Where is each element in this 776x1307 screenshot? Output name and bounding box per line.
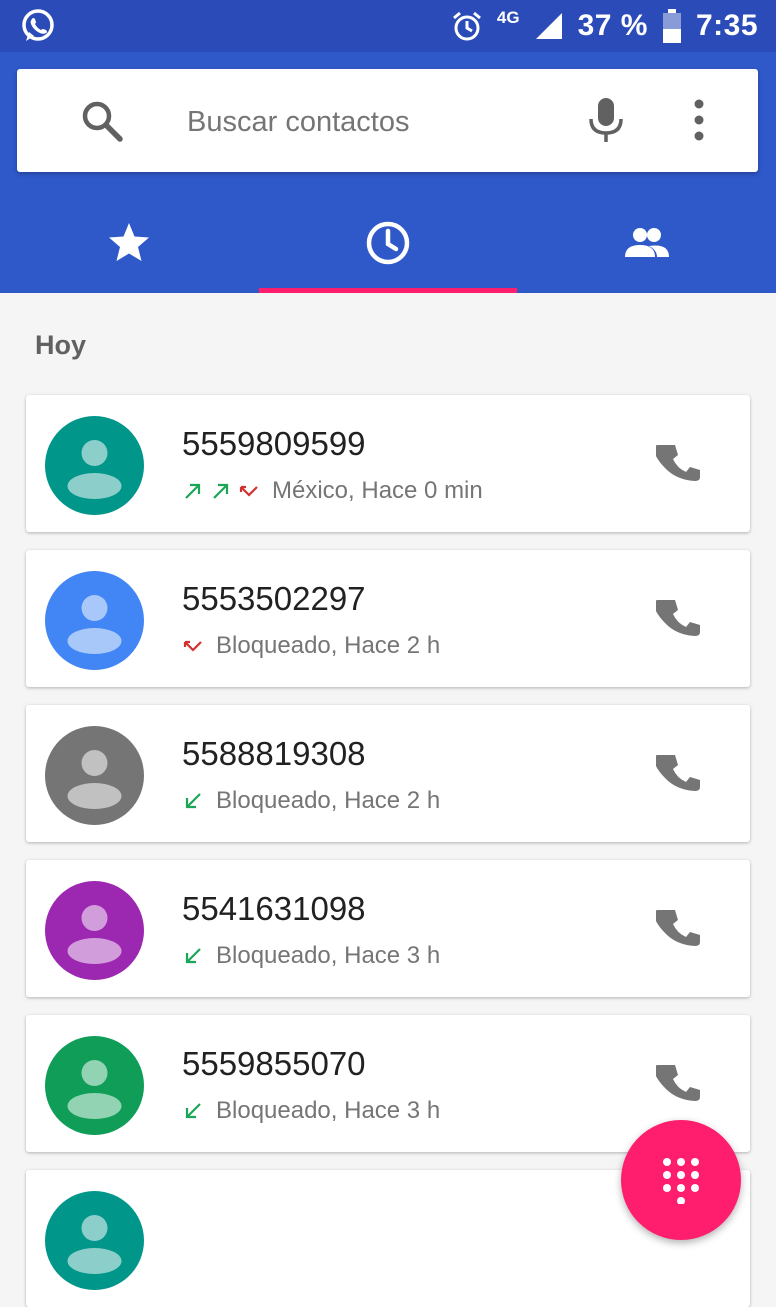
call-card[interactable]: 5559809599 México, Hace 0 min [26, 395, 750, 532]
incoming-call-icon [185, 948, 201, 964]
whatsapp-icon [22, 9, 54, 41]
avatar [45, 571, 144, 670]
caller-number: 5553502297 [182, 580, 366, 617]
call-detail-text: Bloqueado, Hace 2 h [216, 632, 441, 659]
more-options-icon[interactable] [681, 97, 717, 143]
call-card[interactable]: 5588819308 Bloqueado, Hace 2 h [26, 705, 750, 842]
phone-icon [654, 600, 706, 648]
app-bar [0, 52, 776, 293]
caller-number: 5559809599 [182, 425, 366, 462]
incoming-call-icon [185, 793, 201, 809]
battery-percent: 37 % [577, 9, 648, 42]
alarm-icon [452, 11, 481, 41]
search-icon[interactable] [79, 98, 125, 144]
call-detail-text: Bloqueado, Hace 3 h [216, 942, 441, 969]
call-button[interactable] [654, 1059, 706, 1109]
call-detail: Bloqueado, Hace 3 h [182, 1097, 440, 1125]
tab-favorites[interactable] [0, 192, 259, 293]
call-card[interactable]: 5553502297 Bloqueado, Hace 2 h [26, 550, 750, 687]
missed-call-icon [183, 640, 202, 652]
avatar [45, 881, 144, 980]
missed-call-icon [239, 485, 258, 497]
call-detail-text: México, Hace 0 min [272, 477, 483, 504]
caller-number: 5588819308 [182, 735, 366, 772]
phone-icon [654, 445, 706, 493]
call-button[interactable] [654, 904, 706, 954]
clock-icon [366, 221, 410, 264]
avatar [45, 726, 144, 825]
mic-icon[interactable] [583, 95, 629, 145]
phone-icon [654, 755, 706, 803]
call-detail: Bloqueado, Hace 2 h [182, 787, 440, 815]
call-button[interactable] [654, 749, 706, 799]
avatar [45, 1036, 144, 1135]
call-button[interactable] [654, 594, 706, 644]
people-icon [624, 227, 669, 257]
call-type-icons [182, 790, 204, 812]
caller-number: 5559855070 [182, 1045, 366, 1082]
tab-selected-indicator [259, 288, 517, 293]
dialpad-icon [663, 1158, 699, 1204]
status-bar: 4G 37 % 7:35 [0, 0, 776, 52]
outgoing-call-icon [185, 483, 201, 499]
call-card[interactable]: 5559855070 Bloqueado, Hace 3 h [26, 1015, 750, 1152]
call-type-icons [182, 945, 204, 967]
tab-bar [0, 192, 776, 293]
call-type-icons [182, 635, 204, 657]
call-type-icons [182, 1100, 204, 1122]
clock-time: 7:35 [695, 9, 758, 42]
section-title: Hoy [35, 330, 87, 360]
search-input[interactable] [185, 93, 569, 151]
call-card[interactable]: 5541631098 Bloqueado, Hace 3 h [26, 860, 750, 997]
call-detail-text: Bloqueado, Hace 2 h [216, 787, 441, 814]
call-button[interactable] [654, 439, 706, 489]
outgoing-call-icon [213, 483, 229, 499]
call-detail: Bloqueado, Hace 3 h [182, 942, 440, 970]
avatar [45, 1191, 144, 1290]
caller-number: 5541631098 [182, 890, 366, 927]
search-box[interactable] [17, 69, 758, 172]
tab-recents[interactable] [259, 192, 518, 293]
avatar [45, 416, 144, 515]
phone-icon [654, 910, 706, 958]
call-detail-text: Bloqueado, Hace 3 h [216, 1097, 441, 1124]
call-detail: México, Hace 0 min [182, 477, 483, 505]
call-detail: Bloqueado, Hace 2 h [182, 632, 440, 660]
incoming-call-icon [185, 1103, 201, 1119]
dialpad-button[interactable] [621, 1120, 741, 1240]
signal-icon [535, 13, 562, 39]
call-type-icons [182, 480, 260, 502]
battery-icon [662, 9, 681, 43]
star-icon [109, 222, 150, 261]
network-type: 4G [496, 8, 520, 27]
phone-icon [654, 1065, 706, 1113]
tab-contacts[interactable] [517, 192, 776, 293]
